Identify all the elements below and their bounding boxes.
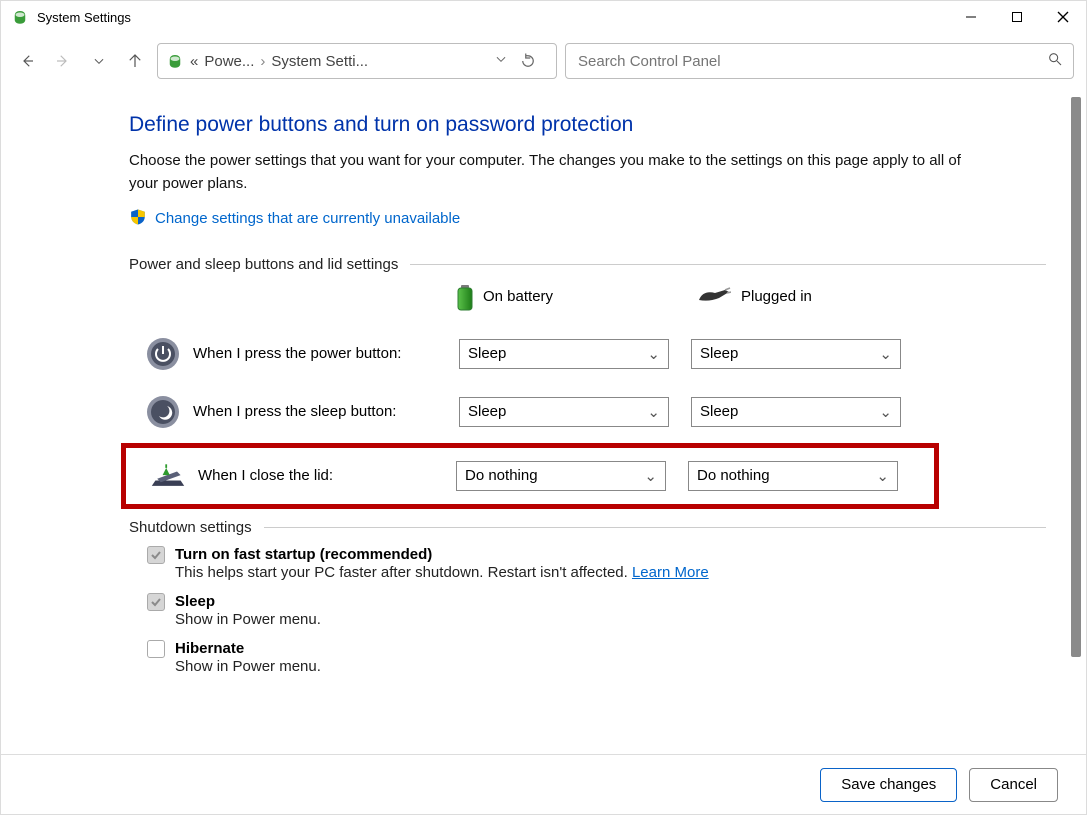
breadcrumb-part-1[interactable]: Powe... <box>204 53 254 70</box>
column-header-battery-label: On battery <box>483 288 553 305</box>
chevron-down-icon: ⌄ <box>647 403 660 421</box>
chevron-down-icon: ⌄ <box>879 403 892 421</box>
row-close-lid: When I close the lid: Do nothing⌄ Do not… <box>126 450 934 502</box>
fast-startup-checkbox[interactable] <box>147 546 165 564</box>
shutdown-sleep: Sleep Show in Power menu. <box>147 593 1046 628</box>
close-lid-plugged-select[interactable]: Do nothing⌄ <box>688 461 898 491</box>
sleep-button-icon <box>145 394 181 430</box>
scrollbar[interactable] <box>1071 97 1083 743</box>
search-input[interactable] <box>576 52 1047 71</box>
sleep-button-plugged-select[interactable]: Sleep⌄ <box>691 397 901 427</box>
change-settings-link[interactable]: Change settings that are currently unava… <box>155 210 460 227</box>
breadcrumb[interactable]: « Powe... › System Setti... <box>157 43 557 79</box>
chevron-down-icon: ⌄ <box>644 467 657 485</box>
fast-startup-title: Turn on fast startup (recommended) <box>175 546 432 563</box>
app-icon <box>11 8 29 26</box>
column-header-plugged: Plugged in <box>697 283 907 311</box>
nav-back-button[interactable] <box>13 47 41 75</box>
shutdown-hibernate: Hibernate Show in Power menu. <box>147 640 1046 675</box>
sleep-title: Sleep <box>175 593 215 610</box>
breadcrumb-part-2[interactable]: System Setti... <box>271 53 368 70</box>
save-button[interactable]: Save changes <box>820 768 957 802</box>
column-header-battery: On battery <box>455 283 665 311</box>
minimize-button[interactable] <box>948 1 994 33</box>
sleep-desc: Show in Power menu. <box>175 611 1046 628</box>
search-box[interactable] <box>565 43 1074 79</box>
footer: Save changes Cancel <box>1 754 1086 814</box>
section-power-sleep-label: Power and sleep buttons and lid settings <box>129 256 398 273</box>
sleep-button-battery-select[interactable]: Sleep⌄ <box>459 397 669 427</box>
chevron-down-icon: ⌄ <box>876 467 889 485</box>
power-button-plugged-select[interactable]: Sleep⌄ <box>691 339 901 369</box>
power-button-battery-select[interactable]: Sleep⌄ <box>459 339 669 369</box>
chevron-down-icon: ⌄ <box>647 345 660 363</box>
search-icon[interactable] <box>1047 51 1063 71</box>
row-close-lid-label: When I close the lid: <box>198 467 456 484</box>
chevron-right-icon: › <box>260 53 265 70</box>
battery-icon <box>455 283 473 311</box>
divider <box>410 264 1046 265</box>
page-heading: Define power buttons and turn on passwor… <box>129 113 1046 137</box>
close-lid-battery-select[interactable]: Do nothing⌄ <box>456 461 666 491</box>
titlebar: System Settings <box>1 1 1086 33</box>
laptop-lid-icon <box>150 458 186 494</box>
power-button-icon <box>145 336 181 372</box>
row-sleep-button: When I press the sleep button: Sleep⌄ Sl… <box>129 383 1046 441</box>
highlight-close-lid: When I close the lid: Do nothing⌄ Do not… <box>121 443 939 509</box>
row-power-button: When I press the power button: Sleep⌄ Sl… <box>129 325 1046 383</box>
maximize-button[interactable] <box>994 1 1040 33</box>
breadcrumb-icon <box>166 52 184 70</box>
row-power-button-label: When I press the power button: <box>193 345 459 362</box>
refresh-button[interactable] <box>516 52 540 70</box>
nav-history-button[interactable] <box>85 47 113 75</box>
column-header-plugged-label: Plugged in <box>741 288 812 305</box>
close-button[interactable] <box>1040 1 1086 33</box>
chevron-down-icon: ⌄ <box>879 345 892 363</box>
fast-startup-desc: This helps start your PC faster after sh… <box>175 564 1046 581</box>
cancel-button[interactable]: Cancel <box>969 768 1058 802</box>
hibernate-title: Hibernate <box>175 640 244 657</box>
divider <box>264 527 1046 528</box>
learn-more-link[interactable]: Learn More <box>632 564 709 581</box>
hibernate-desc: Show in Power menu. <box>175 658 1046 675</box>
hibernate-checkbox[interactable] <box>147 640 165 658</box>
window-title: System Settings <box>37 10 131 25</box>
breadcrumb-prefix: « <box>190 53 198 70</box>
plug-icon <box>697 286 731 308</box>
content-area: Define power buttons and turn on passwor… <box>1 89 1086 751</box>
shutdown-fast-startup: Turn on fast startup (recommended) This … <box>147 546 1046 581</box>
nav-forward-button[interactable] <box>49 47 77 75</box>
breadcrumb-dropdown-button[interactable] <box>494 52 508 70</box>
window: System Settings « Powe... › System Setti… <box>0 0 1087 815</box>
page-intro: Choose the power settings that you want … <box>129 149 969 196</box>
toolbar: « Powe... › System Setti... <box>1 33 1086 89</box>
sleep-checkbox[interactable] <box>147 593 165 611</box>
row-sleep-button-label: When I press the sleep button: <box>193 403 459 420</box>
shield-icon <box>129 208 147 230</box>
section-shutdown-label: Shutdown settings <box>129 519 252 536</box>
nav-up-button[interactable] <box>121 47 149 75</box>
scrollbar-thumb[interactable] <box>1071 97 1081 657</box>
